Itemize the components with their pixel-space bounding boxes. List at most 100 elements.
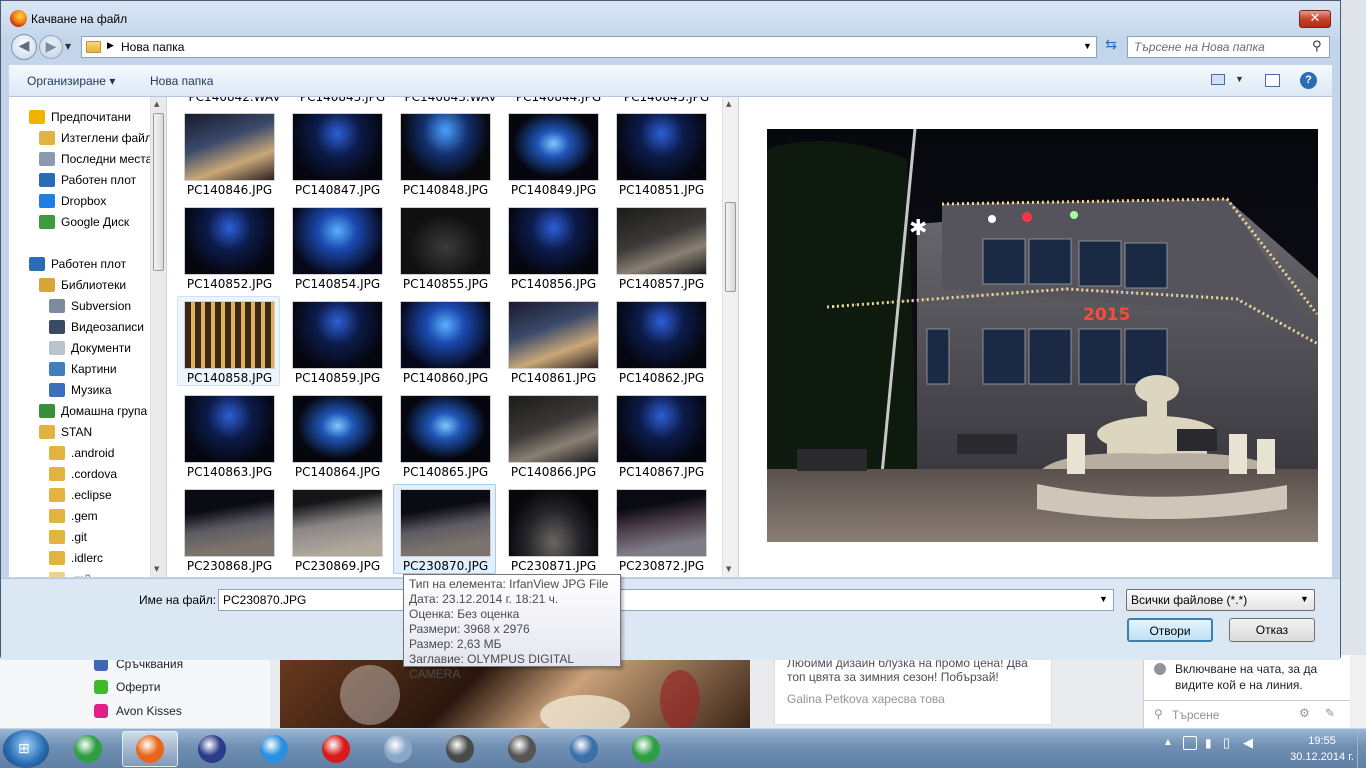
nav-item--android[interactable]: .android <box>49 442 114 463</box>
file-thumbnail-item[interactable]: PC140847.JPG <box>285 108 388 198</box>
nav-item-домашна-група[interactable]: Домашна група <box>39 400 147 421</box>
refresh-icon[interactable]: ⇆ <box>1100 37 1122 57</box>
file-grid-scroll-thumb[interactable] <box>725 202 736 292</box>
taskbar-app-opera[interactable] <box>308 731 364 767</box>
file-thumbnail-item[interactable]: PC140849.JPG <box>501 108 604 198</box>
taskbar-app-firefox[interactable] <box>122 731 178 767</box>
nav-item--idlerc[interactable]: .idlerc <box>49 547 103 568</box>
file-thumbnail-item[interactable]: PC140859.JPG <box>285 296 388 386</box>
file-thumbnail-item[interactable]: PC140852.JPG <box>177 202 280 292</box>
partial-file-caption[interactable]: PC140843.WAV <box>399 97 502 104</box>
taskbar-app-sublime-text[interactable] <box>432 731 488 767</box>
partial-file-caption[interactable]: PC140842.WAV <box>183 97 286 104</box>
compose-icon[interactable]: ✎ <box>1325 706 1335 720</box>
file-thumbnail-item[interactable]: PC140860.JPG <box>393 296 496 386</box>
new-folder-button[interactable]: Нова папка <box>150 74 213 88</box>
volume-icon[interactable]: ◀ <box>1243 735 1253 751</box>
nav-item-документи[interactable]: Документи <box>49 337 131 358</box>
network-icon[interactable] <box>1183 736 1197 750</box>
partial-file-caption[interactable]: PC140843.JPG <box>291 97 394 104</box>
nav-item-работен-плот[interactable]: Работен плот <box>39 169 136 190</box>
nav-item-последни-места[interactable]: Последни места <box>39 148 152 169</box>
nav-item--m2[interactable]: .m2 <box>49 568 91 577</box>
nav-item-dropbox[interactable]: Dropbox <box>39 190 106 211</box>
nav-item-stan[interactable]: STAN <box>39 421 92 442</box>
view-dropdown-icon[interactable]: ▼ <box>1235 74 1244 84</box>
filetype-select[interactable]: Всички файлове (*.*) ▼ <box>1126 589 1315 611</box>
cancel-button[interactable]: Отказ <box>1229 618 1315 642</box>
file-thumbnail-item[interactable]: PC140865.JPG <box>393 390 496 480</box>
recent-locations-chevron-icon[interactable]: ▼ <box>65 42 71 51</box>
system-clock[interactable]: 19:55 30.12.2014 г. <box>1290 733 1354 765</box>
left-menu-item-offers[interactable]: Оферти <box>94 680 161 694</box>
breadcrumb-chevron-icon[interactable]: ▶ <box>107 40 114 51</box>
file-thumbnail-item[interactable]: PC140856.JPG <box>501 202 604 292</box>
scroll-down-icon[interactable]: ▼ <box>154 565 159 573</box>
preview-pane-toggle-icon[interactable] <box>1265 74 1280 87</box>
partial-file-caption[interactable]: PC140845.JPG <box>615 97 718 104</box>
open-button[interactable]: Отвори <box>1127 618 1213 642</box>
nav-item-предпочитани[interactable]: Предпочитани <box>29 106 131 127</box>
nav-item-картини[interactable]: Картини <box>49 358 117 379</box>
nav-item-музика[interactable]: Музика <box>49 379 112 400</box>
view-options-icon[interactable] <box>1211 74 1225 85</box>
search-input[interactable]: Търсене на Нова папка <box>1127 36 1330 58</box>
breadcrumb-current-folder[interactable]: Нова папка <box>121 40 184 54</box>
scroll-up-icon[interactable]: ▲ <box>726 100 731 108</box>
file-thumbnail-item[interactable]: PC140862.JPG <box>609 296 712 386</box>
taskbar-app-security-app[interactable] <box>556 731 612 767</box>
nav-item-видеозаписи[interactable]: Видеозаписи <box>49 316 144 337</box>
show-desktop-button[interactable] <box>1357 729 1366 768</box>
taskbar-app-eclipse[interactable] <box>184 731 240 767</box>
scroll-down-icon[interactable]: ▼ <box>726 565 731 573</box>
nav-item-работен-плот[interactable]: Работен плот <box>29 253 126 274</box>
taskbar-app-chrome[interactable] <box>60 731 116 767</box>
scroll-up-icon[interactable]: ▲ <box>154 100 159 108</box>
taskbar-app-internet-explorer[interactable] <box>246 731 302 767</box>
file-thumbnail-item[interactable]: PC230871.JPG <box>501 484 604 574</box>
organize-menu-button[interactable]: Организиране ▾ <box>27 74 115 88</box>
address-dropdown-icon[interactable]: ▼ <box>1083 41 1092 51</box>
nav-item-библиотеки[interactable]: Библиотеки <box>39 274 126 295</box>
file-thumbnail-item[interactable]: PC140866.JPG <box>501 390 604 480</box>
close-button[interactable]: ✕ <box>1299 10 1331 28</box>
file-thumbnail-item[interactable]: PC140864.JPG <box>285 390 388 480</box>
chat-enable-link[interactable]: Включване на чата, за да <box>1175 662 1317 676</box>
chat-search-bar[interactable]: ⚲ Търсене ⚙ ✎ <box>1144 700 1351 728</box>
nav-item-google-диск[interactable]: Google Диск <box>39 211 129 232</box>
file-thumbnail-item[interactable]: PC140855.JPG <box>393 202 496 292</box>
gear-icon[interactable]: ⚙ <box>1299 706 1310 720</box>
file-thumbnail-item[interactable]: PC140857.JPG <box>609 202 712 292</box>
forward-button[interactable]: ▶ <box>39 35 63 59</box>
file-thumbnail-item[interactable]: PC140867.JPG <box>609 390 712 480</box>
back-button[interactable]: ◀ <box>11 34 37 60</box>
partial-file-caption[interactable]: PC140844.JPG <box>507 97 610 104</box>
show-hidden-icons-icon[interactable]: ▲ <box>1163 737 1173 748</box>
file-thumbnail-item[interactable]: PC230872.JPG <box>609 484 712 574</box>
help-icon[interactable]: ? <box>1300 72 1317 89</box>
nav-item--gem[interactable]: .gem <box>49 505 98 526</box>
taskbar-app-globe-app[interactable] <box>494 731 550 767</box>
file-grid-scrollbar[interactable]: ▲ ▼ <box>722 97 738 577</box>
battery-icon[interactable]: ▯ <box>1223 735 1230 751</box>
file-thumbnail-item[interactable]: PC140848.JPG <box>393 108 496 198</box>
nav-item--cordova[interactable]: .cordova <box>49 463 117 484</box>
file-thumbnail-item[interactable]: PC230869.JPG <box>285 484 388 574</box>
nav-item-subversion[interactable]: Subversion <box>49 295 131 316</box>
file-thumbnail-item[interactable]: PC230870.JPG <box>393 484 496 574</box>
address-bar[interactable]: ▶ Нова папка ▼ <box>81 36 1097 58</box>
file-thumbnail-item[interactable]: PC230868.JPG <box>177 484 280 574</box>
nav-item--git[interactable]: .git <box>49 526 87 547</box>
nav-item--eclipse[interactable]: .eclipse <box>49 484 112 505</box>
dialog-titlebar[interactable]: Качване на файл ✕ <box>1 1 1340 37</box>
start-button[interactable]: ⊞ <box>3 730 49 768</box>
filename-dropdown-icon[interactable]: ▼ <box>1099 594 1108 604</box>
file-thumbnail-item[interactable]: PC140846.JPG <box>177 108 280 198</box>
taskbar-app-safari[interactable] <box>370 731 426 767</box>
taskbar-app-chrome-profile[interactable] <box>618 731 674 767</box>
file-thumbnail-item[interactable]: PC140861.JPG <box>501 296 604 386</box>
background-page-scrollbar[interactable] <box>1350 655 1366 728</box>
file-thumbnail-item[interactable]: PC140863.JPG <box>177 390 280 480</box>
signal-icon[interactable]: ▮ <box>1205 736 1212 750</box>
filename-input[interactable]: PC230870.JPG ▼ <box>218 589 1114 611</box>
